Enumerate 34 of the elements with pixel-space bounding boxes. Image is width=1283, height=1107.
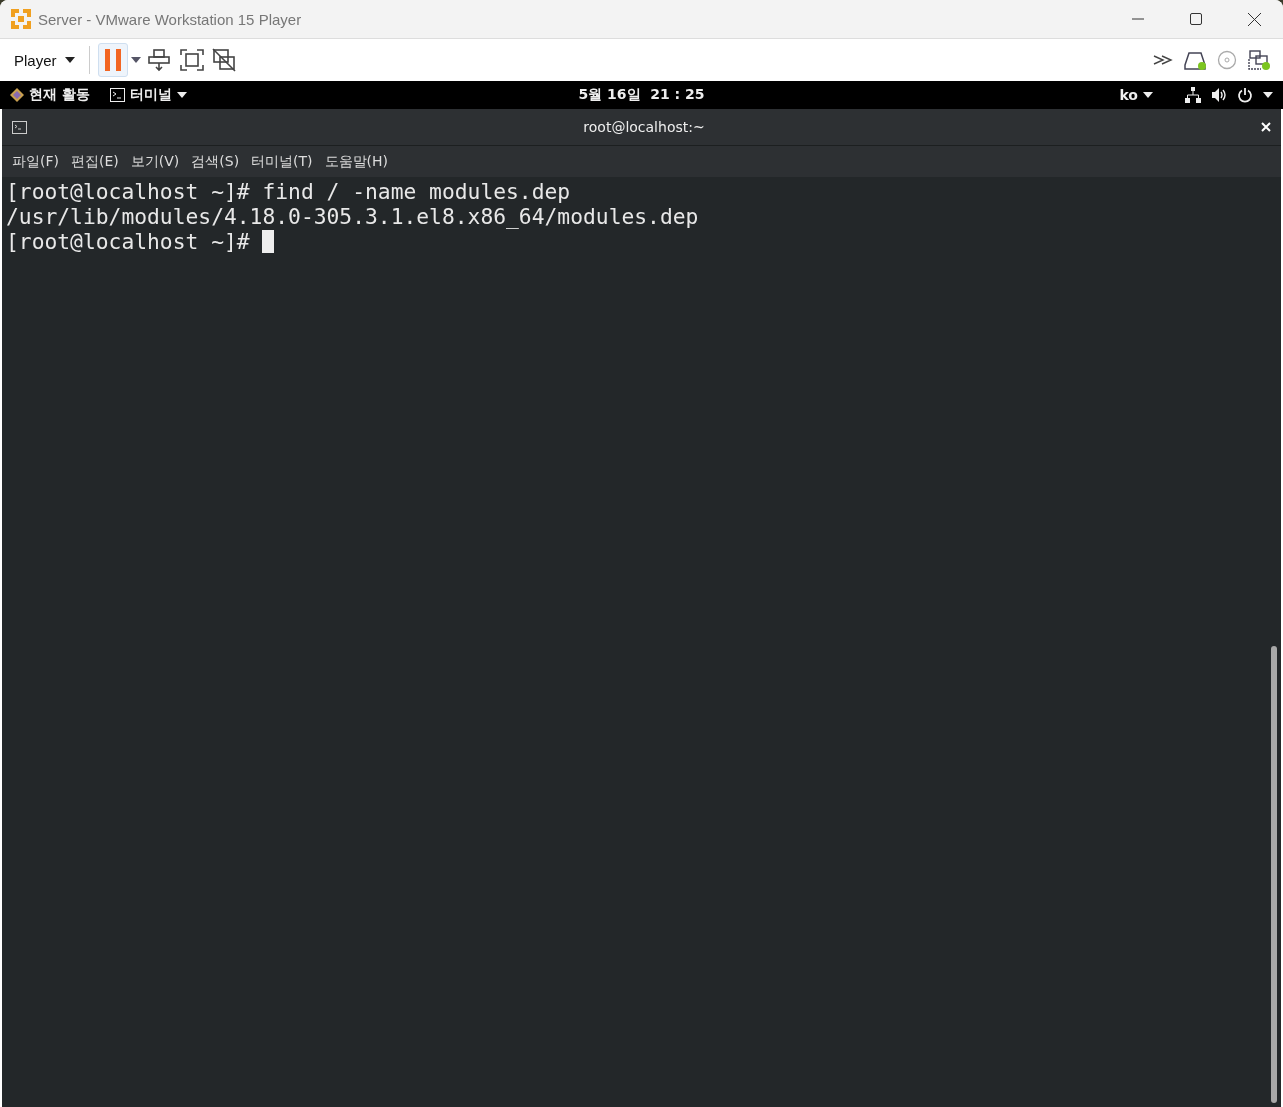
close-icon[interactable] (1261, 122, 1271, 132)
caret-icon (1143, 92, 1153, 98)
terminal-line: [root@localhost ~]# find / -name modules.dep (6, 179, 571, 204)
menu-item[interactable]: 터미널(T) (245, 152, 319, 171)
pause-icon (103, 49, 122, 71)
menu-item[interactable]: 도움말(H) (318, 152, 395, 171)
activities-icon (10, 88, 24, 102)
text-cursor-icon (262, 230, 275, 253)
pause-button[interactable] (97, 43, 128, 77)
scrollbar-thumb[interactable] (1271, 646, 1277, 1103)
terminal-icon (109, 88, 125, 102)
terminal-line: /usr/lib/modules/4.18.0-305.3.1.el8.x86_64/modules.dep (6, 204, 699, 229)
menu-item[interactable]: 파일(F) (6, 152, 65, 171)
close-icon (1247, 12, 1261, 26)
volume-icon[interactable] (1211, 87, 1227, 103)
activities-button[interactable]: 현재 활동 (10, 86, 90, 104)
window-title: Server - VMware Workstation 15 Player (38, 10, 303, 28)
menu-item[interactable]: 보기(V) (124, 152, 186, 171)
system-menu-caret-icon[interactable] (1263, 92, 1273, 98)
player-menu[interactable]: Player (8, 47, 81, 73)
terminal-icon (12, 120, 27, 134)
caret-icon (176, 92, 187, 98)
app-logo-icon (10, 8, 32, 30)
terminal-line: [root@localhost ~]# (6, 229, 251, 254)
power-icon[interactable] (1237, 87, 1253, 103)
maximize-icon (1190, 13, 1202, 25)
input-method-menu[interactable]: ko (1119, 87, 1153, 103)
terminal-app-menu[interactable]: 터미널 (109, 86, 187, 104)
network-icon[interactable] (1185, 87, 1201, 103)
terminal-title: root@localhost:~ (583, 119, 705, 135)
clock[interactable]: 5월 16일 21 : 25 (578, 86, 705, 102)
menu-item[interactable]: 편집(E) (65, 152, 125, 171)
menu-item[interactable]: 검색(S) (185, 152, 246, 171)
caret-icon (64, 57, 75, 63)
